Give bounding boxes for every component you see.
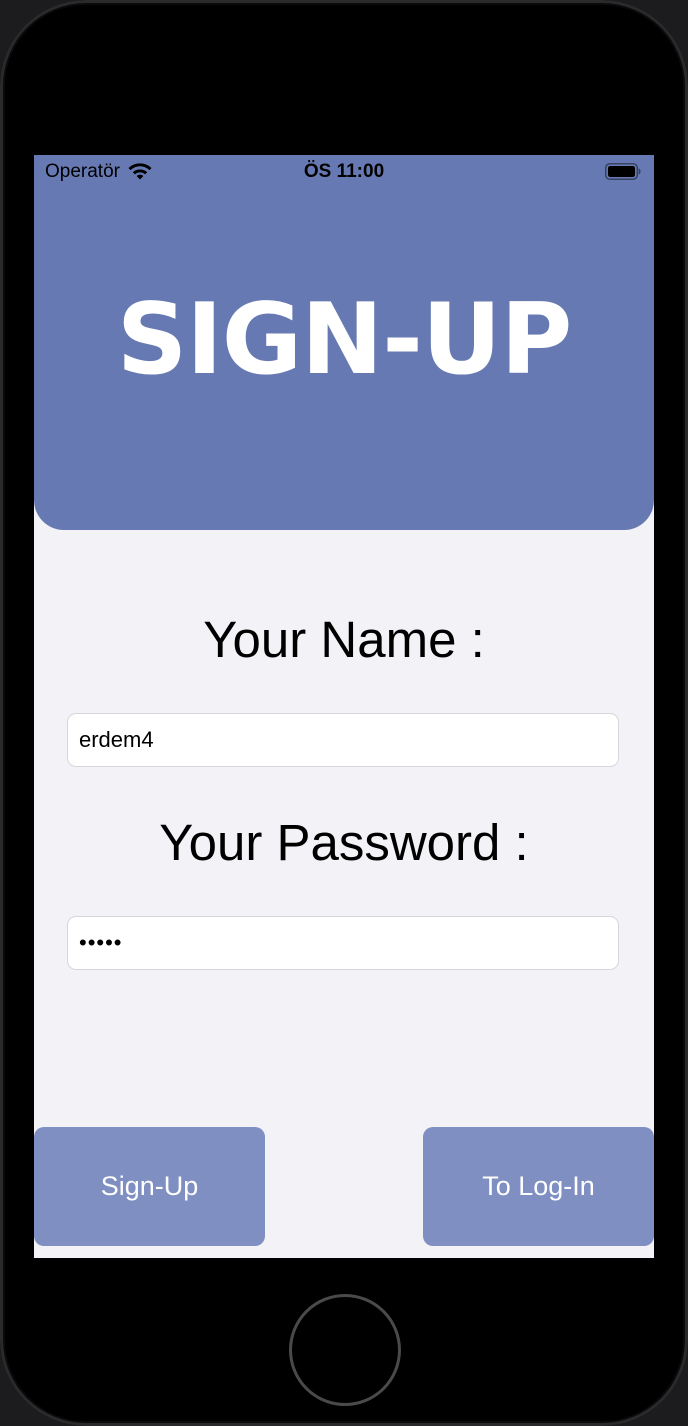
name-label: Your Name : <box>203 611 485 668</box>
app-screen: Operatör ÖS 11:00 SIGN-UP Your Name : er… <box>34 155 654 1258</box>
name-input[interactable] <box>67 713 619 767</box>
to-login-button[interactable]: To Log-In <box>423 1127 654 1246</box>
header-banner: Operatör ÖS 11:00 SIGN-UP <box>34 155 654 530</box>
password-mask: ••••• <box>79 930 123 955</box>
home-button[interactable] <box>289 1294 401 1406</box>
status-time: ÖS 11:00 <box>303 161 385 182</box>
password-input[interactable]: ••••• <box>67 916 619 970</box>
phone-frame: Operatör ÖS 11:00 SIGN-UP Your Name : er… <box>0 0 688 1426</box>
signup-button[interactable]: Sign-Up <box>34 1127 265 1246</box>
status-bar: Operatör ÖS 11:00 <box>34 155 654 189</box>
page-title: SIGN-UP <box>116 283 573 397</box>
battery-icon <box>605 163 641 180</box>
password-label: Your Password : <box>159 814 529 871</box>
